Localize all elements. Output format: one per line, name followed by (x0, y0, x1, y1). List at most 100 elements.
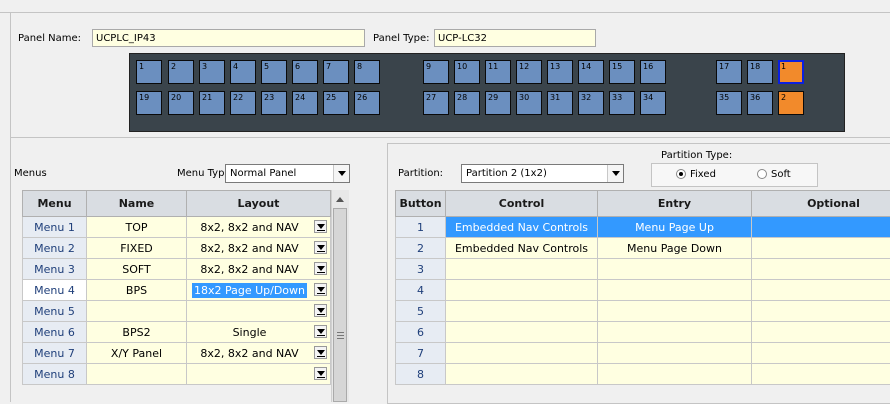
panel-key[interactable]: 35 (716, 91, 742, 115)
panel-key[interactable]: 25 (323, 91, 349, 115)
scroll-up-icon[interactable] (336, 197, 344, 202)
buttons-column-header[interactable]: Control (446, 191, 598, 217)
chevron-down-icon[interactable] (314, 325, 327, 338)
chevron-down-icon[interactable] (314, 241, 327, 254)
chevron-down-icon[interactable] (607, 165, 623, 182)
panel-key[interactable]: 15 (609, 60, 635, 84)
panel-key[interactable]: 1 (136, 60, 162, 84)
button-button-cell[interactable]: 7 (396, 343, 446, 364)
table-row[interactable]: Menu 2FIXED8x2, 8x2 and NAV (23, 238, 331, 259)
button-optional-cell[interactable] (752, 238, 890, 259)
table-row[interactable]: Menu 3SOFT8x2, 8x2 and NAV (23, 259, 331, 280)
panel-key[interactable]: 31 (547, 91, 573, 115)
panel-key[interactable]: 28 (454, 91, 480, 115)
panel-key[interactable]: 19 (136, 91, 162, 115)
panel-key[interactable]: 8 (354, 60, 380, 84)
button-control-cell[interactable]: Embedded Nav Controls (446, 238, 598, 259)
chevron-down-icon[interactable] (314, 262, 327, 275)
button-button-cell[interactable]: 8 (396, 364, 446, 385)
chevron-down-icon[interactable] (314, 283, 327, 296)
button-entry-cell[interactable] (598, 301, 752, 322)
chevron-down-icon[interactable] (333, 165, 349, 182)
button-button-cell[interactable]: 6 (396, 322, 446, 343)
panel-key[interactable]: 7 (323, 60, 349, 84)
panel-key[interactable]: 29 (485, 91, 511, 115)
table-row[interactable]: Menu 4BPS18x2 Page Up/Down (23, 280, 331, 301)
table-row[interactable]: Menu 1TOP8x2, 8x2 and NAV (23, 217, 331, 238)
menu-layout-cell[interactable]: 8x2, 8x2 and NAV (187, 343, 331, 364)
menu-id-cell[interactable]: Menu 5 (23, 301, 87, 322)
panel-key[interactable]: 18 (747, 60, 773, 84)
table-row[interactable]: Menu 8 (23, 364, 331, 385)
menu-id-cell[interactable]: Menu 6 (23, 322, 87, 343)
panel-key[interactable]: 3 (199, 60, 225, 84)
menu-layout-cell[interactable]: Single (187, 322, 331, 343)
button-entry-cell[interactable] (598, 343, 752, 364)
table-row[interactable]: 6 (396, 322, 890, 343)
button-button-cell[interactable]: 4 (396, 280, 446, 301)
button-entry-cell[interactable]: Menu Page Down (598, 238, 752, 259)
panel-key[interactable]: 12 (516, 60, 542, 84)
panel-key[interactable]: 20 (168, 91, 194, 115)
panel-key[interactable]: 11 (485, 60, 511, 84)
menu-name-cell[interactable] (87, 301, 187, 322)
menu-id-cell[interactable]: Menu 1 (23, 217, 87, 238)
soft-radio[interactable]: Soft (757, 169, 791, 180)
table-row[interactable]: 2Embedded Nav ControlsMenu Page Down (396, 238, 890, 259)
panel-key[interactable]: 36 (747, 91, 773, 115)
button-optional-cell[interactable] (752, 280, 890, 301)
menu-layout-cell[interactable]: 8x2, 8x2 and NAV (187, 238, 331, 259)
menu-type-select[interactable]: Normal Panel (225, 164, 350, 183)
button-control-cell[interactable] (446, 322, 598, 343)
table-row[interactable]: Menu 7X/Y Panel8x2, 8x2 and NAV (23, 343, 331, 364)
panel-key[interactable]: 21 (199, 91, 225, 115)
scrollbar-thumb[interactable] (333, 208, 347, 402)
button-optional-cell[interactable] (752, 217, 890, 238)
chevron-down-icon[interactable] (314, 367, 327, 380)
panel-key[interactable]: 26 (354, 91, 380, 115)
menu-layout-cell[interactable] (187, 301, 331, 322)
menu-name-cell[interactable]: TOP (87, 217, 187, 238)
button-optional-cell[interactable] (752, 343, 890, 364)
menu-name-cell[interactable]: X/Y Panel (87, 343, 187, 364)
panel-key[interactable]: 6 (292, 60, 318, 84)
menu-id-cell[interactable]: Menu 8 (23, 364, 87, 385)
menu-layout-cell[interactable]: 18x2 Page Up/Down (187, 280, 331, 301)
button-control-cell[interactable] (446, 280, 598, 301)
button-entry-cell[interactable]: Menu Page Up (598, 217, 752, 238)
buttons-column-header[interactable]: Entry (598, 191, 752, 217)
chevron-down-icon[interactable] (314, 304, 327, 317)
button-button-cell[interactable]: 3 (396, 259, 446, 280)
panel-key[interactable]: 22 (230, 91, 256, 115)
button-optional-cell[interactable] (752, 322, 890, 343)
fixed-radio[interactable]: Fixed (676, 169, 716, 180)
menus-column-header[interactable]: Layout (187, 191, 331, 217)
panel-key[interactable]: 17 (716, 60, 742, 84)
menu-id-cell[interactable]: Menu 7 (23, 343, 87, 364)
panel-key[interactable]: 2 (778, 91, 804, 115)
chevron-down-icon[interactable] (314, 220, 327, 233)
table-row[interactable]: 7 (396, 343, 890, 364)
menu-name-cell[interactable]: BPS2 (87, 322, 187, 343)
button-button-cell[interactable]: 5 (396, 301, 446, 322)
menu-id-cell[interactable]: Menu 3 (23, 259, 87, 280)
menu-name-cell[interactable]: BPS (87, 280, 187, 301)
menu-name-cell[interactable]: FIXED (87, 238, 187, 259)
panel-key[interactable]: 13 (547, 60, 573, 84)
panel-key[interactable]: 30 (516, 91, 542, 115)
table-row[interactable]: 5 (396, 301, 890, 322)
button-optional-cell[interactable] (752, 301, 890, 322)
button-entry-cell[interactable] (598, 259, 752, 280)
panel-key[interactable]: 32 (578, 91, 604, 115)
button-control-cell[interactable] (446, 343, 598, 364)
button-optional-cell[interactable] (752, 259, 890, 280)
menu-id-cell[interactable]: Menu 4 (23, 280, 87, 301)
chevron-down-icon[interactable] (314, 346, 327, 359)
panel-key[interactable]: 23 (261, 91, 287, 115)
button-optional-cell[interactable] (752, 364, 890, 385)
menus-column-header[interactable]: Name (87, 191, 187, 217)
table-row[interactable]: Menu 6BPS2Single (23, 322, 331, 343)
button-control-cell[interactable] (446, 364, 598, 385)
buttons-column-header[interactable]: Button (396, 191, 446, 217)
partition-select[interactable]: Partition 2 (1x2) (461, 164, 624, 183)
